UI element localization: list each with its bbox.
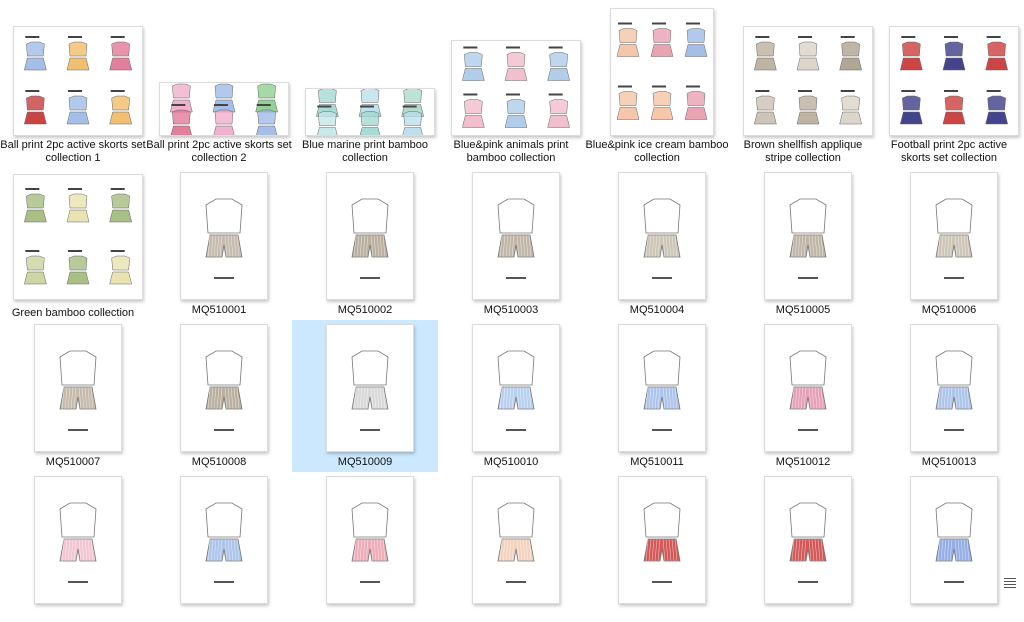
grid-tile[interactable]: MQ510003: [438, 168, 584, 318]
tile-label: MQ510002: [337, 304, 393, 316]
thumbnail-image: [180, 172, 268, 300]
thumbnail-image: [13, 174, 143, 300]
tile-label: MQ510008: [191, 456, 247, 468]
thumbnail-image: [326, 476, 414, 604]
thumbnail-image: [910, 172, 998, 300]
grid-tile[interactable]: Blue&pink animals print bamboo collectio…: [438, 0, 584, 164]
tile-label: Ball print 2pc active skorts set collect…: [146, 139, 292, 164]
grid-tile[interactable]: MQ510006: [876, 168, 1022, 318]
tile-label: Blue marine print bamboo collection: [302, 139, 428, 164]
thumbnail-image: [764, 324, 852, 452]
grid-tile[interactable]: [292, 472, 438, 622]
tile-label: Football print 2pc active skorts set col…: [890, 139, 1008, 164]
grid-tile[interactable]: Brown shellfish applique stripe collecti…: [730, 0, 876, 164]
grid-tile[interactable]: MQ510011: [584, 320, 730, 470]
thumbnail-image: [910, 476, 998, 604]
grid-tile[interactable]: Blue&pink ice cream bamboo collection: [584, 0, 730, 164]
thumbnail-image: [180, 324, 268, 452]
grid-tile[interactable]: [876, 472, 1022, 622]
thumbnail-image: [610, 8, 714, 136]
tile-label: MQ510011: [630, 456, 684, 468]
tile-label: Blue&pink animals print bamboo collectio…: [453, 139, 569, 164]
thumbnail-image: [305, 88, 435, 136]
grid-tile[interactable]: MQ510002: [292, 168, 438, 318]
grid-tile[interactable]: Ball print 2pc active skorts set collect…: [0, 0, 146, 164]
grid-tile[interactable]: MQ510009: [292, 320, 438, 472]
tile-label: Ball print 2pc active skorts set collect…: [0, 139, 146, 164]
thumbnail-image: [180, 476, 268, 604]
thumbnail-image: [764, 172, 852, 300]
grid-tile[interactable]: MQ510008: [146, 320, 292, 470]
grid-tile[interactable]: [438, 472, 584, 622]
thumbnail-image: [159, 82, 289, 136]
thumbnail-image: [326, 324, 414, 452]
tile-label: Brown shellfish applique stripe collecti…: [743, 139, 863, 164]
tile-label: MQ510006: [921, 304, 977, 316]
grid-tile[interactable]: [146, 472, 292, 622]
tile-label: MQ510013: [921, 456, 977, 468]
thumbnail-image: [618, 324, 706, 452]
thumbnail-image: [472, 476, 560, 604]
thumbnail-image: [743, 26, 873, 136]
grid-tile[interactable]: Ball print 2pc active skorts set collect…: [146, 0, 292, 164]
grid-tile[interactable]: MQ510001: [146, 168, 292, 318]
tile-label: MQ510010: [483, 456, 539, 468]
tile-label: MQ510005: [775, 304, 831, 316]
thumbnail-grid: Ball print 2pc active skorts set collect…: [0, 0, 1024, 604]
grid-tile[interactable]: [730, 472, 876, 622]
thumbnail-image: [472, 324, 560, 452]
grid-tile[interactable]: Blue marine print bamboo collection: [292, 0, 438, 164]
thumbnail-image: [764, 476, 852, 604]
grid-tile[interactable]: [0, 472, 146, 622]
thumbnail-image: [618, 476, 706, 604]
thumbnail-image: [13, 26, 143, 136]
tile-label: MQ510001: [191, 304, 247, 316]
grid-tile[interactable]: MQ510007: [0, 320, 146, 470]
tile-label: MQ510003: [483, 304, 539, 316]
thumbnail-image: [910, 324, 998, 452]
tile-label: MQ510007: [45, 456, 101, 468]
tile-label: Blue&pink ice cream bamboo collection: [585, 139, 729, 164]
thumbnail-image: [472, 172, 560, 300]
tile-label: Green bamboo collection: [11, 307, 135, 319]
grid-tile[interactable]: Football print 2pc active skorts set col…: [876, 0, 1022, 164]
grid-tile[interactable]: MQ510010: [438, 320, 584, 470]
thumbnail-image: [326, 172, 414, 300]
grid-tile[interactable]: [584, 472, 730, 622]
grid-tile[interactable]: Green bamboo collection: [0, 168, 146, 319]
tile-label: MQ510004: [629, 304, 685, 316]
thumbnail-image: [34, 324, 122, 452]
hamburger-icon[interactable]: [1004, 578, 1016, 588]
tile-label: MQ510009: [337, 456, 393, 468]
thumbnail-image: [889, 26, 1019, 136]
thumbnail-image: [451, 40, 581, 136]
tile-label: MQ510012: [775, 456, 831, 468]
grid-tile[interactable]: MQ510005: [730, 168, 876, 318]
grid-tile[interactable]: MQ510013: [876, 320, 1022, 470]
grid-tile[interactable]: MQ510004: [584, 168, 730, 318]
thumbnail-image: [34, 476, 122, 604]
grid-tile[interactable]: MQ510012: [730, 320, 876, 470]
thumbnail-image: [618, 172, 706, 300]
